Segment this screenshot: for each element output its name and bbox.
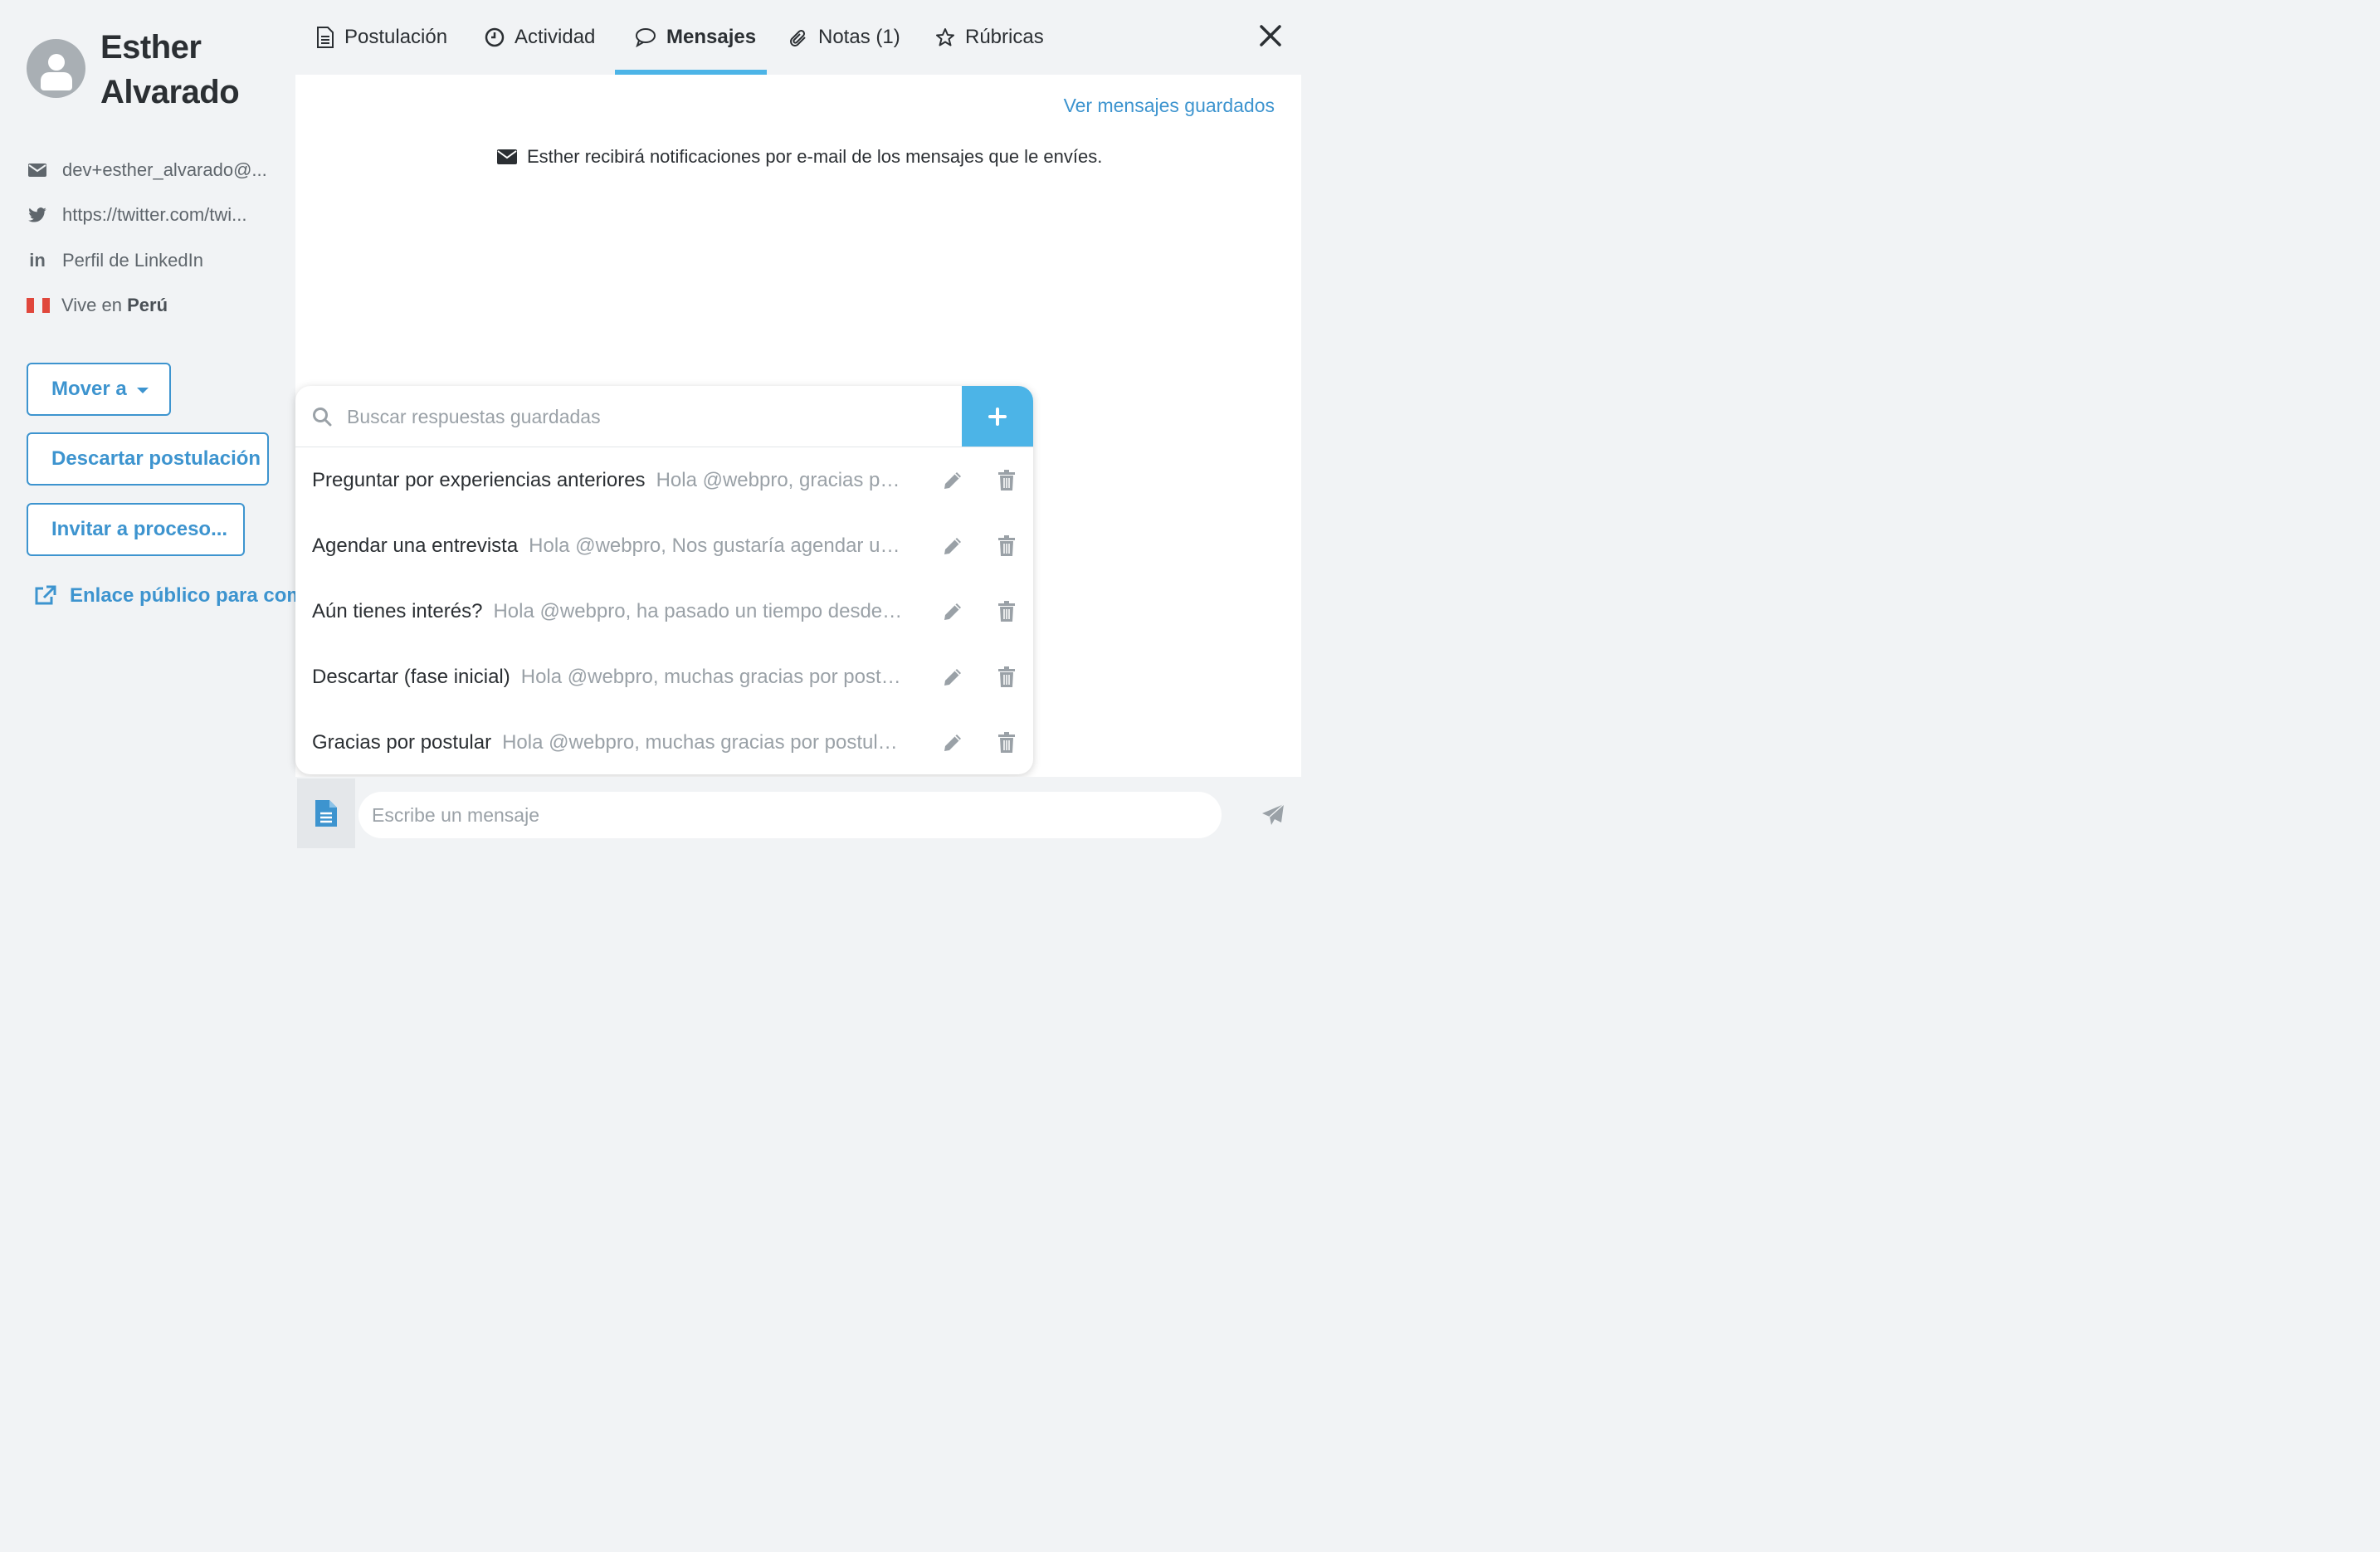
clock-icon xyxy=(485,27,505,47)
linkedin-text: Perfil de LinkedIn xyxy=(62,250,203,271)
document-icon xyxy=(315,800,337,827)
tab-postulacion[interactable]: Postulación xyxy=(316,0,447,75)
tab-rubricas[interactable]: Rúbricas xyxy=(935,0,1044,75)
linkedin-icon: in xyxy=(29,250,46,271)
plus-icon xyxy=(988,407,1007,426)
trash-icon[interactable] xyxy=(997,732,1016,754)
candidate-first-name: Esther xyxy=(100,29,202,66)
tab-actividad[interactable]: Actividad xyxy=(485,0,595,75)
pencil-icon[interactable] xyxy=(943,733,963,753)
saved-response-preview: Hola @webpro, ha pasado un tiempo desde … xyxy=(493,599,905,622)
email-row[interactable]: dev+esther_alvarado@... xyxy=(27,158,267,183)
saved-response-preview: Hola @webpro, gracias po... xyxy=(656,468,905,491)
public-link-label: Enlace público para comp xyxy=(70,584,295,607)
saved-response-title: Preguntar por experiencias anteriores xyxy=(312,468,646,491)
tab-mensajes-label: Mensajes xyxy=(666,26,757,48)
add-saved-response-button[interactable] xyxy=(962,386,1033,447)
saved-response-item[interactable]: Aún tienes interés? Hola @webpro, ha pas… xyxy=(295,578,1033,644)
saved-response-preview: Hola @webpro, Nos gustaría agendar un... xyxy=(529,534,905,557)
pencil-icon[interactable] xyxy=(943,471,963,490)
external-link-icon xyxy=(35,585,56,605)
linkedin-row[interactable]: in Perfil de LinkedIn xyxy=(27,248,203,273)
twitter-icon xyxy=(27,207,48,222)
saved-responses-toggle-button[interactable] xyxy=(297,778,355,848)
paperclip-icon xyxy=(790,29,806,46)
invite-to-process-label: Invitar a proceso... xyxy=(51,518,228,540)
twitter-row[interactable]: https://twitter.com/twi... xyxy=(27,203,247,227)
caret-down-icon xyxy=(136,388,149,393)
trash-icon[interactable] xyxy=(997,535,1016,557)
envelope-icon xyxy=(497,149,517,164)
message-input[interactable] xyxy=(358,792,1222,838)
move-to-label: Mover a xyxy=(51,378,127,400)
location-row: Vive en Perú xyxy=(27,293,168,318)
pencil-icon[interactable] xyxy=(943,667,963,687)
saved-response-item[interactable]: Descartar (fase inicial) Hola @webpro, m… xyxy=(295,644,1033,710)
saved-responses-search xyxy=(295,386,1033,447)
tab-rubricas-label: Rúbricas xyxy=(965,26,1044,48)
candidate-sidebar: Esther Alvarado dev+esther_alvarado@... … xyxy=(0,0,295,848)
saved-response-item[interactable]: Preguntar por experiencias anteriores Ho… xyxy=(295,447,1033,513)
public-link[interactable]: Enlace público para comp xyxy=(33,584,295,608)
view-saved-messages-link[interactable]: Ver mensajes guardados xyxy=(1064,95,1275,117)
chat-bubble-icon xyxy=(636,28,656,47)
candidate-last-name: Alvarado xyxy=(100,74,240,110)
message-composer xyxy=(295,777,1301,848)
send-icon[interactable] xyxy=(1261,803,1285,827)
pencil-icon[interactable] xyxy=(943,536,963,556)
tab-mensajes[interactable]: Mensajes xyxy=(635,0,756,75)
move-to-button[interactable]: Mover a xyxy=(27,363,171,416)
twitter-text: https://twitter.com/twi... xyxy=(62,204,247,225)
discard-application-label: Descartar postulación xyxy=(51,447,261,470)
saved-response-item[interactable]: Gracias por postular Hola @webpro, mucha… xyxy=(295,710,1033,774)
email-notice: Esther recibirá notificaciones por e-mai… xyxy=(497,146,1102,168)
close-icon xyxy=(1260,25,1281,46)
avatar-head-shape xyxy=(48,54,65,71)
star-icon xyxy=(936,28,954,46)
saved-response-item[interactable]: Agendar una entrevista Hola @webpro, Nos… xyxy=(295,513,1033,578)
saved-responses-search-input[interactable] xyxy=(345,398,954,436)
location-prefix: Vive en xyxy=(61,295,122,315)
discard-application-button[interactable]: Descartar postulación xyxy=(27,432,269,486)
pencil-icon[interactable] xyxy=(943,602,963,622)
close-button[interactable] xyxy=(1256,22,1285,50)
trash-icon[interactable] xyxy=(997,666,1016,688)
candidate-name: Esther Alvarado xyxy=(100,25,291,115)
search-icon xyxy=(313,408,332,427)
saved-response-title: Aún tienes interés? xyxy=(312,599,483,622)
document-icon xyxy=(317,27,334,48)
tab-postulacion-label: Postulación xyxy=(344,26,448,48)
trash-icon[interactable] xyxy=(997,470,1016,491)
saved-responses-popover: Preguntar por experiencias anteriores Ho… xyxy=(295,386,1033,774)
location-country: Perú xyxy=(127,295,168,315)
tab-actividad-label: Actividad xyxy=(515,26,596,48)
trash-icon[interactable] xyxy=(997,601,1016,622)
saved-response-title: Descartar (fase inicial) xyxy=(312,665,510,688)
email-text: dev+esther_alvarado@... xyxy=(62,159,267,180)
tab-notas-label: Notas (1) xyxy=(818,26,900,48)
saved-response-preview: Hola @webpro, muchas gracias por postula… xyxy=(502,730,903,754)
avatar-body-shape xyxy=(41,72,72,90)
invite-to-process-button[interactable]: Invitar a proceso... xyxy=(27,503,245,556)
tab-notas[interactable]: Notas (1) xyxy=(788,0,900,75)
email-notice-text: Esther recibirá notificaciones por e-mai… xyxy=(527,146,1103,167)
peru-flag-icon xyxy=(27,298,50,313)
envelope-icon xyxy=(27,163,48,177)
avatar xyxy=(27,39,85,98)
saved-response-preview: Hola @webpro, muchas gracias por postu..… xyxy=(520,665,906,688)
saved-response-title: Agendar una entrevista xyxy=(312,534,519,557)
saved-response-title: Gracias por postular xyxy=(312,730,492,754)
